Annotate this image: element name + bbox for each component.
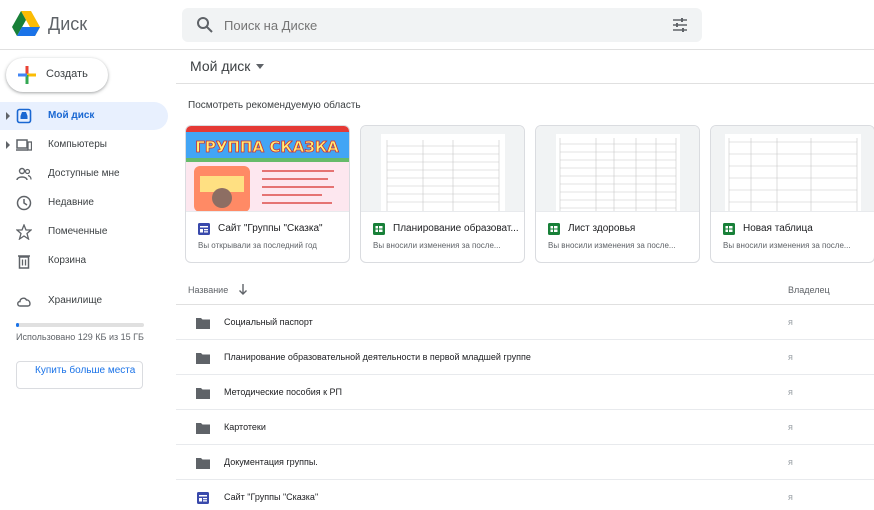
arrow-down-icon[interactable] <box>238 283 248 295</box>
sidebar-item-recent[interactable]: Недавние <box>0 189 168 217</box>
table-row[interactable]: Методические пособия к РП я <box>176 375 874 410</box>
file-owner: я <box>788 492 793 502</box>
document-preview-image <box>381 134 505 211</box>
table-row[interactable]: Картотеки я <box>176 410 874 445</box>
sidebar: Создать Мой диск Компьютеры Доступные мн… <box>0 50 176 510</box>
sidebar-item-label: Хранилище <box>48 295 102 306</box>
search-icon[interactable] <box>196 16 214 34</box>
suggested-card[interactable]: Новая таблица Вы вносили изменения за по… <box>710 125 874 263</box>
sites-icon <box>197 492 209 504</box>
site-preview-image: ГРУППА СКАЗКА <box>186 126 349 211</box>
card-title: Новая таблица <box>743 223 813 234</box>
card-thumbnail <box>711 126 874 212</box>
file-owner: я <box>788 422 793 432</box>
card-subtitle: Вы вносили изменения за после... <box>373 241 501 250</box>
app-name: Диск <box>48 14 88 34</box>
suggested-card[interactable]: ГРУППА СКАЗКА Сайт "Группы "Сказка" Вы о… <box>185 125 350 263</box>
plus-icon <box>18 66 36 84</box>
card-subtitle: Вы вносили изменения за после... <box>723 241 851 250</box>
file-owner: я <box>788 387 793 397</box>
document-preview-image <box>725 134 861 211</box>
search-options-icon[interactable] <box>672 17 688 33</box>
buy-storage-button[interactable]: Купить больше места <box>16 361 143 389</box>
table-row[interactable]: Сайт "Группы "Сказка" я <box>176 480 874 510</box>
card-title: Сайт "Группы "Сказка" <box>218 223 323 234</box>
column-header-owner[interactable]: Владелец <box>788 285 830 295</box>
card-thumbnail <box>361 126 524 212</box>
sidebar-item-label: Помеченные <box>48 226 108 237</box>
file-name: Документация группы. <box>224 457 318 467</box>
main-content: Мой диск Посмотреть рекомендуемую област… <box>176 50 874 510</box>
chevron-down-icon[interactable] <box>256 64 264 70</box>
file-name: Планирование образовательной деятельност… <box>224 352 531 362</box>
file-name: Социальный паспорт <box>224 317 313 327</box>
cloud-icon <box>17 297 31 307</box>
table-row[interactable]: Документация группы. я <box>176 445 874 480</box>
folder-icon <box>196 388 210 399</box>
document-preview-image <box>556 134 680 211</box>
sidebar-item-label: Мой диск <box>48 110 95 121</box>
star-icon <box>16 224 32 240</box>
trash-icon <box>18 255 30 269</box>
sheets-icon <box>723 223 735 235</box>
suggested-card[interactable]: Лист здоровья Вы вносили изменения за по… <box>535 125 700 263</box>
folder-icon <box>196 353 210 364</box>
table-row[interactable]: Планирование образовательной деятельност… <box>176 340 874 375</box>
storage-progress <box>16 323 144 327</box>
card-title: Лист здоровья <box>568 223 636 234</box>
sidebar-item-computers[interactable]: Компьютеры <box>0 131 168 159</box>
table-row[interactable]: Социальный паспорт я <box>176 305 874 340</box>
title-row: Мой диск <box>176 50 874 84</box>
sidebar-item-label: Недавние <box>48 197 94 208</box>
sidebar-item-my-drive[interactable]: Мой диск <box>0 102 168 130</box>
sites-icon <box>198 223 210 235</box>
shared-icon <box>16 167 32 181</box>
drive-icon <box>16 108 32 124</box>
column-header-name[interactable]: Название <box>188 285 228 295</box>
folder-icon <box>196 423 210 434</box>
storage-progress-fill <box>16 323 19 327</box>
sidebar-item-label: Доступные мне <box>48 168 120 179</box>
folder-icon <box>196 318 210 329</box>
file-owner: я <box>788 317 793 327</box>
sheets-icon <box>548 223 560 235</box>
suggested-heading: Посмотреть рекомендуемую область <box>188 100 361 111</box>
svg-text:ГРУППА СКАЗКА: ГРУППА СКАЗКА <box>195 138 339 156</box>
file-owner: я <box>788 457 793 467</box>
top-bar: Диск <box>0 0 874 50</box>
card-thumbnail: ГРУППА СКАЗКА <box>186 126 349 212</box>
search-input[interactable] <box>224 8 644 42</box>
file-list-header: Название Владелец <box>176 275 874 305</box>
caret-right-icon[interactable] <box>4 110 12 122</box>
file-name: Картотеки <box>224 422 266 432</box>
create-button[interactable]: Создать <box>6 58 108 92</box>
file-name: Сайт "Группы "Сказка" <box>224 492 319 502</box>
sidebar-item-trash[interactable]: Корзина <box>0 247 168 275</box>
sidebar-item-starred[interactable]: Помеченные <box>0 218 168 246</box>
sidebar-item-label: Корзина <box>48 255 87 266</box>
sidebar-item-shared[interactable]: Доступные мне <box>0 160 168 188</box>
file-owner: я <box>788 352 793 362</box>
sidebar-item-label: Компьютеры <box>48 139 107 150</box>
drive-logo-icon[interactable] <box>12 11 40 36</box>
card-subtitle: Вы вносили изменения за после... <box>548 241 676 250</box>
sheets-icon <box>373 223 385 235</box>
card-thumbnail <box>536 126 699 212</box>
create-label: Создать <box>46 68 88 80</box>
card-subtitle: Вы открывали за последний год <box>198 241 317 250</box>
caret-right-icon[interactable] <box>4 139 12 151</box>
file-name: Методические пособия к РП <box>224 387 343 397</box>
drive-window: Диск Создать <box>0 0 874 510</box>
computer-icon <box>16 139 32 151</box>
storage-usage-text: Использовано 129 КБ из 15 ГБ <box>16 332 144 342</box>
search-box[interactable] <box>182 8 702 42</box>
card-title: Планирование образоват... <box>393 223 519 234</box>
clock-icon <box>16 195 32 211</box>
page-title[interactable]: Мой диск <box>190 58 250 74</box>
sidebar-item-storage[interactable]: Хранилище <box>0 287 168 315</box>
suggested-card[interactable]: Планирование образоват... Вы вносили изм… <box>360 125 525 263</box>
folder-icon <box>196 458 210 469</box>
